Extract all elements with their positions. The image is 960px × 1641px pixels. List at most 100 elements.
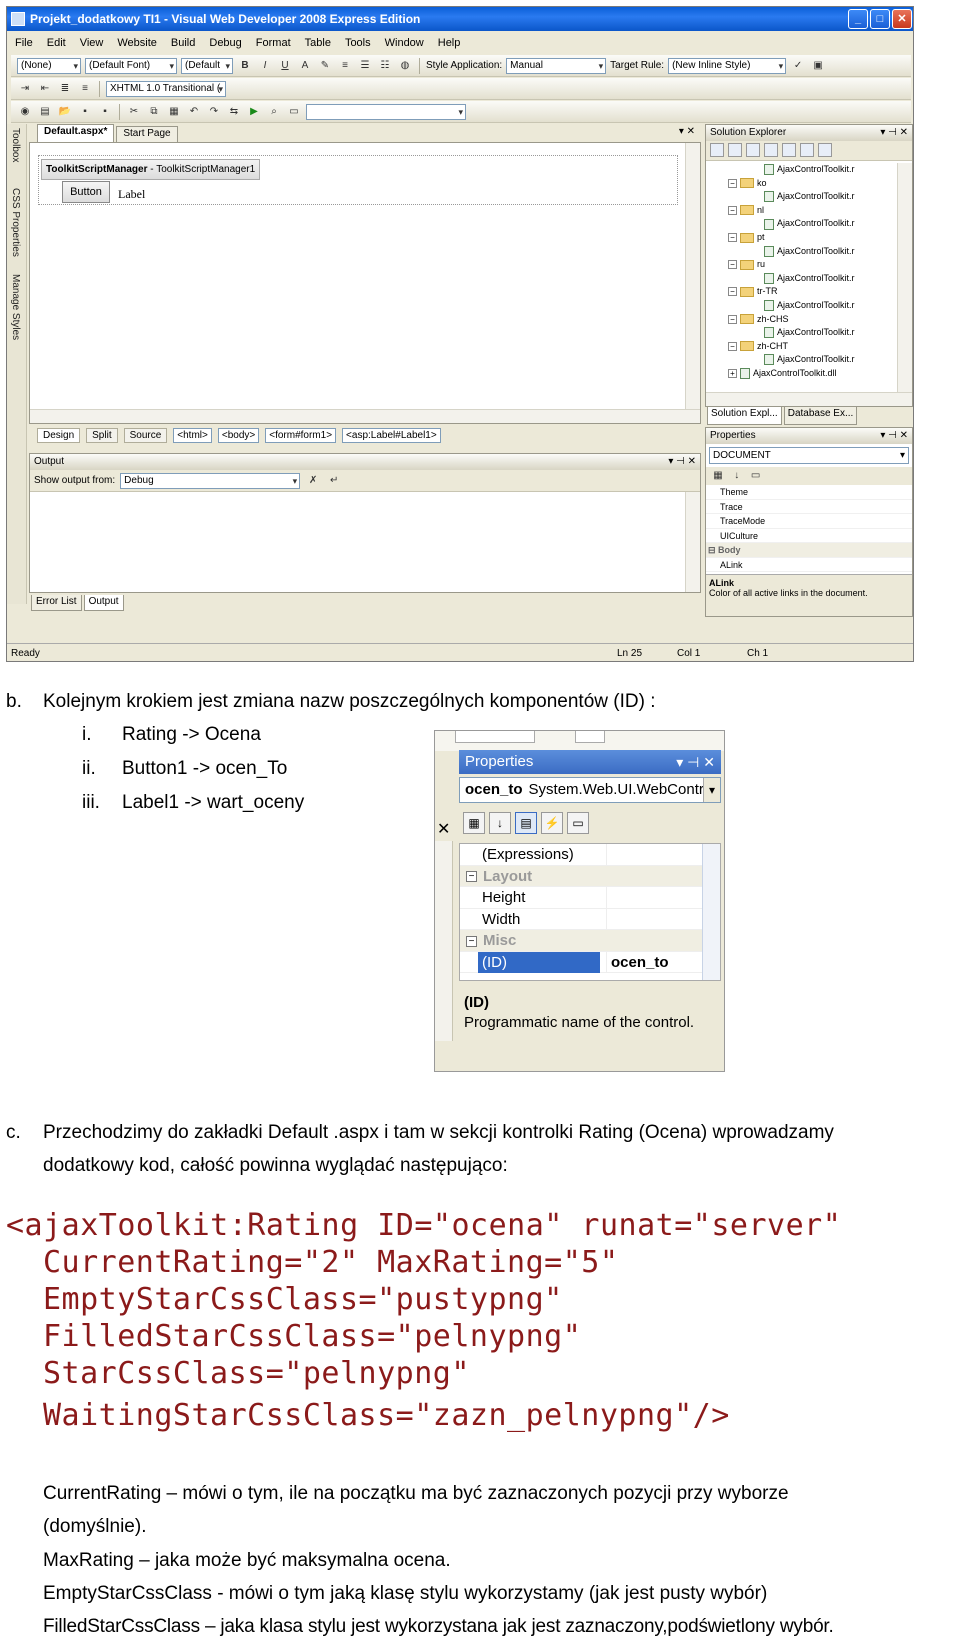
collapse-icon[interactable]: −	[728, 178, 737, 188]
property-row[interactable]: Height	[460, 887, 720, 909]
property-pages-icon[interactable]: ▭	[748, 468, 764, 484]
start-debug-icon[interactable]: ▶	[246, 104, 262, 120]
navigate-icon[interactable]: ⇆	[226, 104, 242, 120]
tree-item[interactable]: AjaxControlToolkit.r	[706, 163, 900, 177]
toolbox-side-tab[interactable]: Toolbox	[10, 128, 21, 162]
property-category[interactable]: − Misc	[460, 930, 720, 952]
tab-error-list[interactable]: Error List	[31, 595, 82, 611]
view-design-button[interactable]: Design	[37, 427, 81, 443]
new-website-icon[interactable]: ◉	[17, 104, 33, 120]
property-row[interactable]: TraceMode	[706, 514, 912, 529]
globe-icon[interactable]: ◍	[397, 58, 413, 74]
indent-icon[interactable]: ⇥	[17, 81, 33, 97]
property-row[interactable]: Trace	[706, 500, 912, 514]
property-pages-icon[interactable]: ▭	[567, 812, 589, 834]
pw-grid-scrollbar[interactable]	[702, 844, 720, 980]
tree-item[interactable]: − zh-CHS	[706, 313, 900, 327]
collapse-icon[interactable]: −	[728, 205, 737, 215]
style-application-select[interactable]: Manual	[506, 57, 607, 74]
clear-all-icon[interactable]: ✗	[305, 473, 321, 489]
property-value[interactable]: ocen_to	[606, 951, 669, 972]
breadcrumb-body[interactable]: <body>	[217, 427, 260, 443]
collapse-icon[interactable]: −	[728, 314, 737, 324]
properties-icon[interactable]: ▤	[515, 812, 537, 834]
collapse-icon[interactable]: −	[728, 233, 737, 243]
breadcrumb-form[interactable]: <form#form1>	[265, 427, 337, 443]
font-color-icon[interactable]: A	[297, 58, 313, 74]
font-size-select[interactable]: (Default	[181, 57, 233, 74]
italic-button[interactable]: I	[257, 58, 273, 74]
properties-controls[interactable]: ▾ ⊣ ✕	[880, 428, 908, 444]
menu-file[interactable]: File	[15, 37, 33, 49]
property-row[interactable]: ALink	[706, 558, 912, 572]
copy-icon[interactable]: ⧉	[146, 104, 162, 120]
maximize-button[interactable]: □	[870, 9, 890, 29]
collapse-icon[interactable]: ⊟	[708, 545, 718, 555]
pw-object-select[interactable]: ocen_to System.Web.UI.WebContro	[459, 777, 721, 803]
word-wrap-icon[interactable]: ↵	[326, 473, 342, 489]
alphabetical-icon[interactable]: ↓	[489, 812, 511, 834]
collapse-icon[interactable]: −	[728, 260, 737, 270]
property-row[interactable]: UICulture	[706, 529, 912, 543]
font-select[interactable]: (Default Font)	[85, 57, 177, 74]
collapse-icon[interactable]: −	[466, 871, 477, 883]
open-folder-icon[interactable]: ▭	[286, 104, 302, 120]
menu-view[interactable]: View	[80, 37, 104, 49]
save-all-icon[interactable]: ▪	[97, 104, 113, 120]
style-icon[interactable]: ▣	[810, 58, 826, 74]
design-surface[interactable]: ToolkitScriptManager - ToolkitScriptMana…	[29, 142, 701, 424]
menu-help[interactable]: Help	[438, 37, 461, 49]
tab-default-aspx[interactable]: Default.aspx*	[37, 124, 115, 142]
output-window-controls[interactable]: ▾ ⊣ ✕	[668, 454, 696, 470]
open-icon[interactable]: 📂	[57, 104, 73, 120]
tab-solution-explorer[interactable]: Solution Expl...	[707, 407, 782, 425]
tree-item[interactable]: AjaxControlToolkit.r	[706, 326, 900, 340]
save-icon[interactable]: ▪	[77, 104, 93, 120]
solution-scrollbar[interactable]	[897, 163, 912, 393]
property-value[interactable]	[606, 887, 611, 908]
cut-icon[interactable]: ✂	[126, 104, 142, 120]
tree-item[interactable]: AjaxControlToolkit.r	[706, 353, 900, 367]
view-designer-icon[interactable]	[782, 143, 796, 157]
show-output-select[interactable]: Debug	[120, 472, 301, 489]
property-category[interactable]: ⊟ Body	[706, 543, 912, 558]
breadcrumb-html[interactable]: <html>	[173, 427, 212, 443]
numbering-icon[interactable]: ☷	[377, 58, 393, 74]
tab-output[interactable]: Output	[83, 595, 124, 611]
underline-button[interactable]: U	[277, 58, 293, 74]
menu-format[interactable]: Format	[256, 37, 291, 49]
collapse-icon[interactable]: −	[728, 287, 737, 297]
pw-window-controls[interactable]: ▾ ⊣ ✕	[676, 750, 715, 774]
tab-start-page[interactable]: Start Page	[116, 126, 178, 142]
tree-item[interactable]: AjaxControlToolkit.r	[706, 299, 900, 313]
design-horizontal-scrollbar[interactable]	[30, 409, 700, 423]
comment-icon[interactable]: ≣	[57, 81, 73, 97]
undo-icon[interactable]: ↶	[186, 104, 202, 120]
uncomment-icon[interactable]: ≡	[77, 81, 93, 97]
solution-explorer-controls[interactable]: ▾ ⊣ ✕	[880, 125, 908, 141]
doctype-select[interactable]: XHTML 1.0 Transitional (	[106, 80, 226, 97]
design-label[interactable]: Label	[118, 187, 145, 202]
menu-build[interactable]: Build	[171, 37, 195, 49]
breadcrumb-label[interactable]: <asp:Label#Label1>	[342, 427, 441, 443]
solution-hscrollbar[interactable]	[706, 392, 912, 406]
property-value[interactable]	[606, 908, 611, 929]
events-icon[interactable]: ⚡	[541, 812, 563, 834]
property-row[interactable]: (ID) ocen_to	[460, 951, 720, 973]
property-row[interactable]: Width	[460, 908, 720, 930]
block-format-select[interactable]: (None)	[17, 57, 81, 74]
design-vertical-scrollbar[interactable]	[685, 143, 700, 423]
properties-object-select[interactable]: DOCUMENT	[709, 447, 909, 464]
asp-config-icon[interactable]	[818, 143, 832, 157]
nest-files-icon[interactable]	[746, 143, 760, 157]
highlight-icon[interactable]: ✎	[317, 58, 333, 74]
align-icon[interactable]: ≡	[337, 58, 353, 74]
design-button[interactable]: Button	[62, 181, 110, 203]
collapse-icon[interactable]: −	[728, 341, 737, 351]
alphabetical-icon[interactable]: ↓	[729, 468, 745, 484]
paste-icon[interactable]: ▦	[166, 104, 182, 120]
redo-icon[interactable]: ↷	[206, 104, 222, 120]
find-combo[interactable]	[306, 103, 466, 120]
tree-item[interactable]: + AjaxControlToolkit.dll	[706, 367, 900, 381]
css-properties-side-tab[interactable]: CSS Properties	[10, 188, 21, 257]
